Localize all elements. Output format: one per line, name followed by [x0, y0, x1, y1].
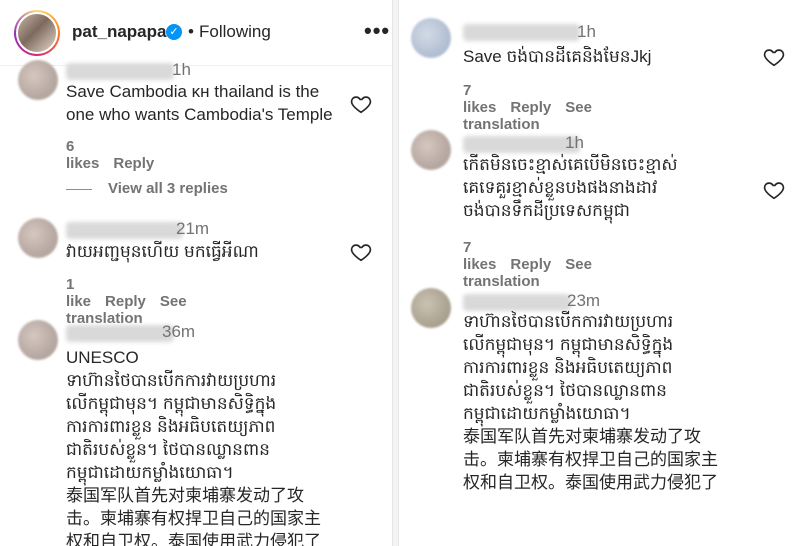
- commenter-username[interactable]: xxxxxxxxxxxxx: [66, 63, 175, 80]
- comment-actions: 6 likes Reply: [66, 138, 168, 172]
- commenter-username[interactable]: xxxxxxxxxxxxx: [66, 325, 175, 342]
- comment-text: ទាហ៊ានថៃបានបើកការវាយប្រហារ លើកម្ពុជាមុន។…: [463, 312, 718, 492]
- reply-button[interactable]: Reply: [510, 99, 551, 116]
- view-replies-button[interactable]: View all 3 replies: [66, 180, 228, 197]
- heart-icon[interactable]: [350, 93, 372, 115]
- commenter-avatar[interactable]: [411, 18, 451, 58]
- verified-badge-icon: ✓: [166, 24, 182, 40]
- header-separator: •: [188, 22, 194, 41]
- commenter-username[interactable]: xxxxxxxxxxxxxx: [66, 222, 183, 239]
- comment-time: 21m: [176, 219, 210, 238]
- post-header: pat_napapa ✓ • Following •••: [0, 0, 392, 66]
- comment-text: Save Cambodia ĸн thailand is the one who…: [66, 82, 333, 124]
- comment-text: កើតមិនចេះខ្មាស់គេបើមិនចេះខ្មាស់ គេទេគួរខ…: [463, 155, 678, 220]
- comment-text: Save ចង់បានដីគេនិងមែនJkj: [463, 47, 652, 66]
- like-count[interactable]: 7 likes: [463, 82, 496, 116]
- reply-button[interactable]: Reply: [510, 256, 551, 273]
- comment-time: 36m: [162, 322, 196, 341]
- heart-icon[interactable]: [763, 46, 785, 68]
- comment-time: 23m: [567, 291, 601, 310]
- like-count[interactable]: 7 likes: [463, 239, 496, 273]
- more-options-icon[interactable]: •••: [364, 18, 390, 44]
- commenter-username[interactable]: xxxxxxxxxxxxxx: [463, 24, 580, 41]
- heart-icon[interactable]: [350, 241, 372, 263]
- like-count[interactable]: 6 likes: [66, 138, 99, 172]
- comment-text: វាយអញ្ជមុនហើយ មកធ្វើអីណា: [66, 242, 259, 261]
- commenter-username[interactable]: xxxxxxxxxxxxxx: [463, 136, 580, 153]
- commenter-avatar[interactable]: [18, 218, 58, 258]
- comment-actions: 7 likes Reply See translation: [463, 82, 592, 133]
- following-button[interactable]: Following: [199, 22, 271, 42]
- right-comments-panel: xxxxxxxxxxxxxx 1h Save ចង់បានដីគេនិងមែនJ…: [398, 0, 800, 546]
- profile-avatar[interactable]: [14, 10, 60, 56]
- commenter-avatar[interactable]: [411, 130, 451, 170]
- view-replies-label: View all 3 replies: [108, 180, 228, 197]
- commenter-avatar[interactable]: [411, 288, 451, 328]
- comment-actions: 7 likes Reply See translation: [463, 239, 592, 290]
- like-count[interactable]: 1 like: [66, 276, 91, 310]
- commenter-username[interactable]: xxxxxxxxxxxxx: [463, 294, 572, 311]
- comment-text: UNESCO ទាហ៊ានថៃបានបើកការវាយប្រហារ លើកម្ព…: [66, 348, 321, 546]
- comment-actions: 1 like Reply See translation: [66, 276, 187, 327]
- commenter-avatar[interactable]: [18, 320, 58, 360]
- left-comments-panel: pat_napapa ✓ • Following ••• xxxxxxxxxxx…: [0, 0, 393, 546]
- commenter-avatar[interactable]: [18, 60, 58, 100]
- heart-icon[interactable]: [763, 179, 785, 201]
- header-username[interactable]: pat_napapa: [72, 22, 166, 42]
- reply-button[interactable]: Reply: [105, 293, 146, 310]
- reply-button[interactable]: Reply: [113, 155, 154, 172]
- comment-time: 1h: [172, 60, 191, 79]
- comment-time: 1h: [577, 22, 596, 41]
- comment-time: 1h: [565, 133, 584, 152]
